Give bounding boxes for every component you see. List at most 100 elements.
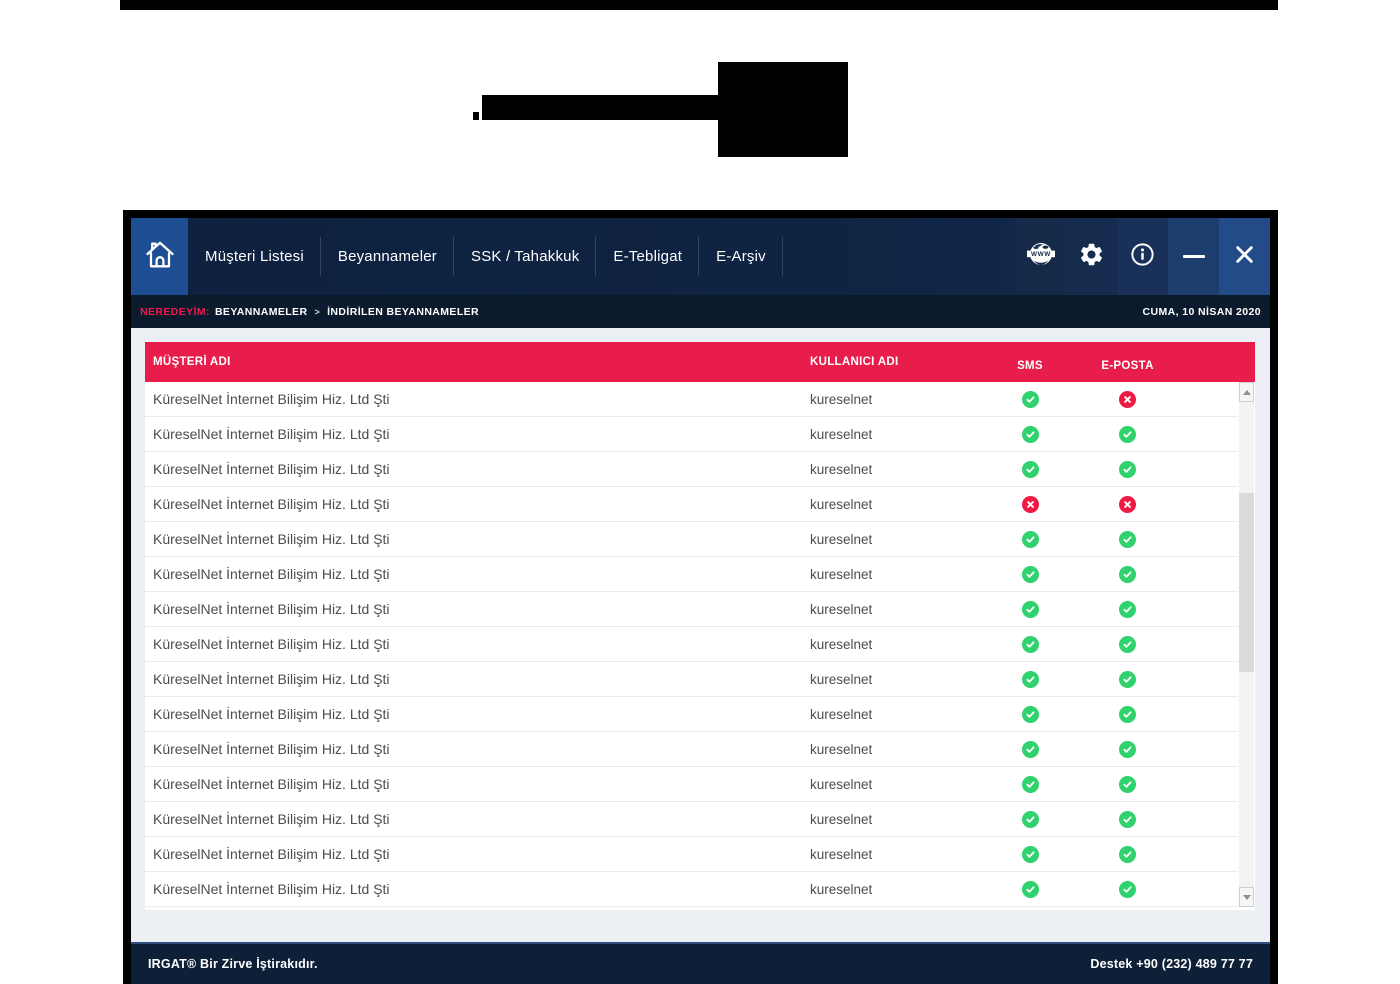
home-button[interactable] bbox=[131, 218, 188, 295]
customer-name-cell: KüreselNet İnternet Bilişim Hiz. Ltd Şti bbox=[145, 531, 810, 547]
svg-text:WWW: WWW bbox=[1031, 251, 1051, 258]
table-row[interactable]: KüreselNet İnternet Bilişim Hiz. Ltd Şti… bbox=[145, 732, 1238, 767]
footer-support-phone: Destek +90 (232) 489 77 77 bbox=[1090, 957, 1253, 971]
minimize-icon bbox=[1183, 255, 1205, 258]
sms-status bbox=[1022, 391, 1039, 408]
table-row[interactable]: KüreselNet İnternet Bilişim Hiz. Ltd Şti… bbox=[145, 697, 1238, 732]
top-black-strip bbox=[120, 0, 1278, 10]
app-window: Müşteri Listesi Beyannameler SSK / Tahak… bbox=[123, 210, 1278, 984]
settings-button[interactable] bbox=[1066, 218, 1117, 295]
email-status bbox=[1119, 426, 1136, 443]
menu-item-label: E-Arşiv bbox=[716, 248, 766, 265]
vertical-scrollbar[interactable] bbox=[1238, 382, 1255, 907]
window-icons: WWW bbox=[1015, 218, 1270, 295]
customer-name-cell: KüreselNet İnternet Bilişim Hiz. Ltd Şti bbox=[145, 496, 810, 512]
table-body-rows: KüreselNet İnternet Bilişim Hiz. Ltd Şti… bbox=[145, 382, 1238, 907]
username-cell: kureselnet bbox=[810, 637, 975, 652]
email-status bbox=[1119, 636, 1136, 653]
current-date: CUMA, 10 NİSAN 2020 bbox=[1143, 306, 1261, 318]
table-row[interactable]: KüreselNet İnternet Bilişim Hiz. Ltd Şti… bbox=[145, 592, 1238, 627]
sms-status bbox=[1022, 671, 1039, 688]
gear-icon bbox=[1078, 241, 1105, 273]
menu-item-e-arsiv[interactable]: E-Arşiv bbox=[699, 218, 783, 295]
column-header-kullanici-adi: KULLANICI ADI bbox=[810, 356, 975, 368]
customer-name-cell: KüreselNet İnternet Bilişim Hiz. Ltd Şti bbox=[145, 706, 810, 722]
sms-status bbox=[1022, 881, 1039, 898]
scrollbar-up-button[interactable] bbox=[1239, 382, 1254, 402]
table-row[interactable]: KüreselNet İnternet Bilişim Hiz. Ltd Şti… bbox=[145, 662, 1238, 697]
table-row[interactable]: KüreselNet İnternet Bilişim Hiz. Ltd Şti… bbox=[145, 487, 1238, 522]
minimize-button[interactable] bbox=[1168, 218, 1219, 295]
redaction-block bbox=[718, 62, 848, 157]
sms-status bbox=[1022, 496, 1039, 513]
sms-status bbox=[1022, 461, 1039, 478]
content-area: MÜŞTERİ ADI KULLANICI ADI SMS E-POSTA Kü… bbox=[131, 328, 1270, 942]
scrollbar-thumb[interactable] bbox=[1239, 493, 1254, 672]
username-cell: kureselnet bbox=[810, 742, 975, 757]
username-cell: kureselnet bbox=[810, 812, 975, 827]
breadcrumb-item-beyannameler[interactable]: BEYANNAMELER bbox=[215, 306, 308, 318]
customer-name-cell: KüreselNet İnternet Bilişim Hiz. Ltd Şti bbox=[145, 636, 810, 652]
table-row[interactable]: KüreselNet İnternet Bilişim Hiz. Ltd Şti… bbox=[145, 557, 1238, 592]
sms-status bbox=[1022, 426, 1039, 443]
info-button[interactable] bbox=[1117, 218, 1168, 295]
sms-status bbox=[1022, 846, 1039, 863]
email-status bbox=[1119, 706, 1136, 723]
table-header: MÜŞTERİ ADI KULLANICI ADI SMS E-POSTA bbox=[145, 342, 1255, 382]
username-cell: kureselnet bbox=[810, 567, 975, 582]
username-cell: kureselnet bbox=[810, 392, 975, 407]
redaction-dot bbox=[473, 112, 479, 120]
email-status bbox=[1119, 601, 1136, 618]
customer-name-cell: KüreselNet İnternet Bilişim Hiz. Ltd Şti bbox=[145, 776, 810, 792]
web-button[interactable]: WWW bbox=[1015, 218, 1066, 295]
email-status bbox=[1119, 776, 1136, 793]
sms-status bbox=[1022, 531, 1039, 548]
menu-item-label: E-Tebligat bbox=[613, 248, 682, 265]
username-cell: kureselnet bbox=[810, 672, 975, 687]
customer-name-cell: KüreselNet İnternet Bilişim Hiz. Ltd Şti bbox=[145, 461, 810, 477]
table-row[interactable]: KüreselNet İnternet Bilişim Hiz. Ltd Şti… bbox=[145, 522, 1238, 557]
breadcrumb-item-indirilen-beyannameler[interactable]: İNDİRİLEN BEYANNAMELER bbox=[327, 306, 479, 318]
table-row[interactable]: KüreselNet İnternet Bilişim Hiz. Ltd Şti… bbox=[145, 767, 1238, 802]
sms-status bbox=[1022, 706, 1039, 723]
redaction-bar bbox=[482, 95, 718, 120]
table-row[interactable]: KüreselNet İnternet Bilişim Hiz. Ltd Şti… bbox=[145, 627, 1238, 662]
customer-name-cell: KüreselNet İnternet Bilişim Hiz. Ltd Şti bbox=[145, 811, 810, 827]
table-row[interactable]: KüreselNet İnternet Bilişim Hiz. Ltd Şti… bbox=[145, 837, 1238, 872]
sms-status bbox=[1022, 776, 1039, 793]
breadcrumb-label: NEREDEYİM: bbox=[140, 306, 210, 318]
nav-bar: Müşteri Listesi Beyannameler SSK / Tahak… bbox=[131, 218, 1270, 295]
breadcrumb-bar: NEREDEYİM: BEYANNAMELER > İNDİRİLEN BEYA… bbox=[131, 295, 1270, 328]
menu-item-e-tebligat[interactable]: E-Tebligat bbox=[596, 218, 699, 295]
info-icon bbox=[1129, 241, 1156, 273]
close-button[interactable] bbox=[1219, 218, 1270, 295]
triangle-up-icon bbox=[1243, 390, 1251, 395]
username-cell: kureselnet bbox=[810, 497, 975, 512]
main-menu: Müşteri Listesi Beyannameler SSK / Tahak… bbox=[188, 218, 783, 295]
email-status bbox=[1119, 461, 1136, 478]
sms-status bbox=[1022, 566, 1039, 583]
table-row[interactable]: KüreselNet İnternet Bilişim Hiz. Ltd Şti… bbox=[145, 872, 1238, 907]
username-cell: kureselnet bbox=[810, 602, 975, 617]
close-icon bbox=[1234, 244, 1255, 270]
menu-item-beyannameler[interactable]: Beyannameler bbox=[321, 218, 454, 295]
username-cell: kureselnet bbox=[810, 777, 975, 792]
customer-name-cell: KüreselNet İnternet Bilişim Hiz. Ltd Şti bbox=[145, 566, 810, 582]
menu-item-ssk-tahakkuk[interactable]: SSK / Tahakkuk bbox=[454, 218, 596, 295]
sms-status bbox=[1022, 811, 1039, 828]
username-cell: kureselnet bbox=[810, 427, 975, 442]
table-row[interactable]: KüreselNet İnternet Bilişim Hiz. Ltd Şti… bbox=[145, 802, 1238, 837]
username-cell: kureselnet bbox=[810, 532, 975, 547]
customer-name-cell: KüreselNet İnternet Bilişim Hiz. Ltd Şti bbox=[145, 846, 810, 862]
scrollbar-down-button[interactable] bbox=[1239, 887, 1254, 907]
customer-name-cell: KüreselNet İnternet Bilişim Hiz. Ltd Şti bbox=[145, 741, 810, 757]
email-status bbox=[1119, 496, 1136, 513]
table-row[interactable]: KüreselNet İnternet Bilişim Hiz. Ltd Şti… bbox=[145, 382, 1238, 417]
menu-item-label: Beyannameler bbox=[338, 248, 437, 265]
customer-name-cell: KüreselNet İnternet Bilişim Hiz. Ltd Şti bbox=[145, 426, 810, 442]
menu-item-musteri-listesi[interactable]: Müşteri Listesi bbox=[188, 218, 321, 295]
column-header-sms: SMS bbox=[975, 353, 1085, 372]
table-row[interactable]: KüreselNet İnternet Bilişim Hiz. Ltd Şti… bbox=[145, 417, 1238, 452]
table-row[interactable]: KüreselNet İnternet Bilişim Hiz. Ltd Şti… bbox=[145, 452, 1238, 487]
sms-status bbox=[1022, 601, 1039, 618]
